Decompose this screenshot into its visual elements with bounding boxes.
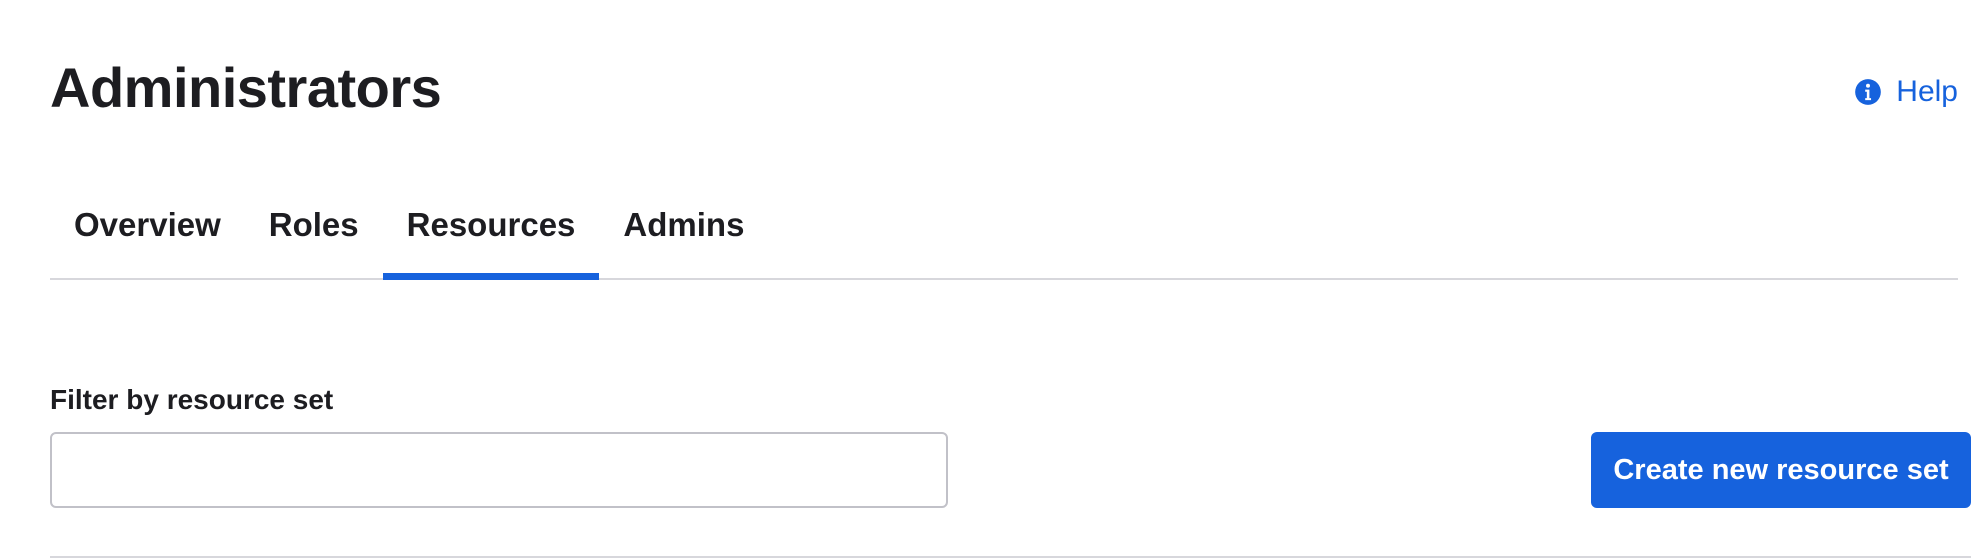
help-link[interactable]: Help xyxy=(1854,72,1958,112)
divider xyxy=(50,556,1971,558)
help-label: Help xyxy=(1896,75,1958,108)
tab-overview[interactable]: Overview xyxy=(50,180,245,278)
filter-label: Filter by resource set xyxy=(50,384,334,415)
tab-bar: Overview Roles Resources Admins xyxy=(50,180,1958,280)
info-circle-icon xyxy=(1855,79,1882,105)
tab-resources[interactable]: Resources xyxy=(382,180,600,280)
tab-roles[interactable]: Roles xyxy=(245,180,383,278)
filter-resource-set-input[interactable] xyxy=(50,432,948,508)
tab-admins[interactable]: Admins xyxy=(599,180,768,278)
create-resource-set-button[interactable]: Create new resource set xyxy=(1591,432,1971,508)
page-title: Administrators xyxy=(50,56,442,119)
